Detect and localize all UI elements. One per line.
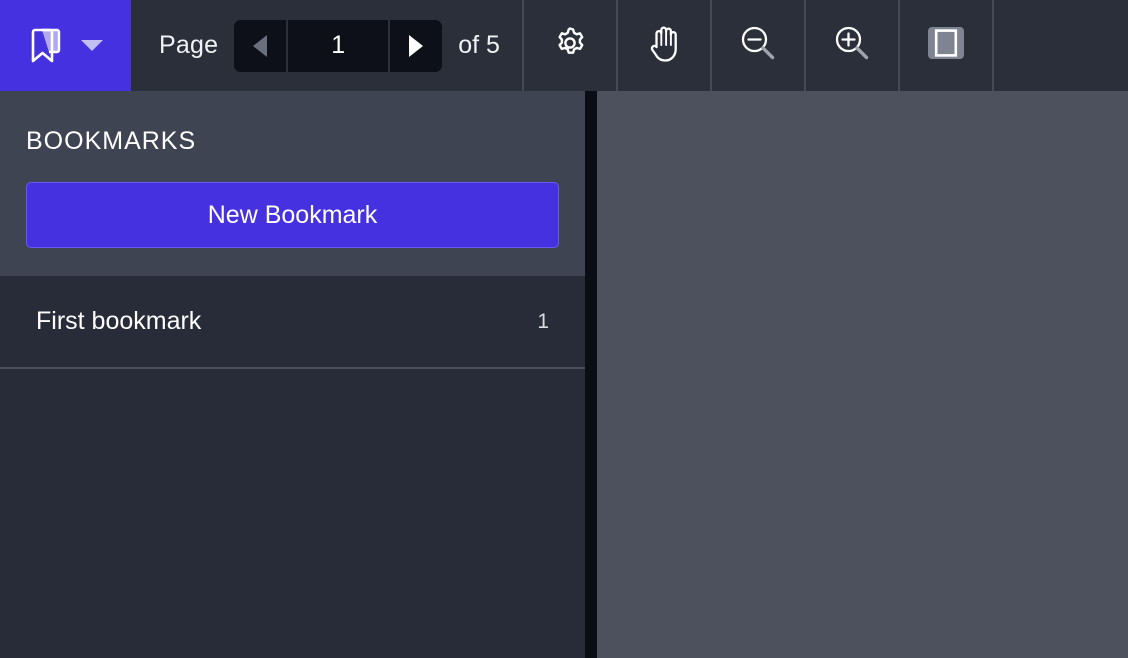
pan-button[interactable] [615,0,710,91]
pdf-viewer-app: Page of 5 [0,0,1128,658]
zoom-out-button[interactable] [709,0,804,91]
magnifier-plus-icon [831,22,873,69]
previous-page-button[interactable] [234,19,287,72]
chevron-down-icon[interactable] [80,40,103,51]
toolbar-empty-space [991,0,1128,91]
document-viewer-area[interactable] [597,91,1128,658]
magnifier-minus-icon [737,22,779,69]
page-navigation-group: Page of 5 [131,0,522,91]
page-number-input[interactable] [288,19,389,72]
bookmark-item-label: First bookmark [36,307,202,335]
page-stepper [234,19,443,72]
toolbar: Page of 5 [0,0,1128,91]
bookmarks-sidebar: BOOKMARKS New Bookmark First bookmark 1 [0,91,585,658]
settings-button[interactable] [521,0,616,91]
page-label: Page [159,31,219,59]
single-page-view-icon [922,19,970,72]
bookmark-list: First bookmark 1 [0,276,585,658]
tool-button-group [521,0,1128,91]
bookmarks-panel-toggle[interactable] [0,0,131,91]
hand-icon [644,21,684,70]
panel-divider [585,91,597,658]
bookmark-item-page: 1 [537,309,549,333]
next-page-button[interactable] [390,19,443,72]
list-item[interactable]: First bookmark 1 [0,276,585,369]
bookmarks-sidebar-header: BOOKMARKS New Bookmark [0,91,585,276]
bookmarks-title: BOOKMARKS [26,127,197,155]
zoom-in-button[interactable] [803,0,898,91]
main-body: BOOKMARKS New Bookmark First bookmark 1 [0,91,1128,658]
page-total-label: of 5 [458,31,500,59]
new-bookmark-button[interactable]: New Bookmark [26,182,559,248]
gear-icon [550,23,590,68]
triangle-left-icon [253,34,268,57]
bookmark-icon [29,26,63,66]
triangle-right-icon [409,34,424,57]
page-layout-button[interactable] [897,0,992,91]
